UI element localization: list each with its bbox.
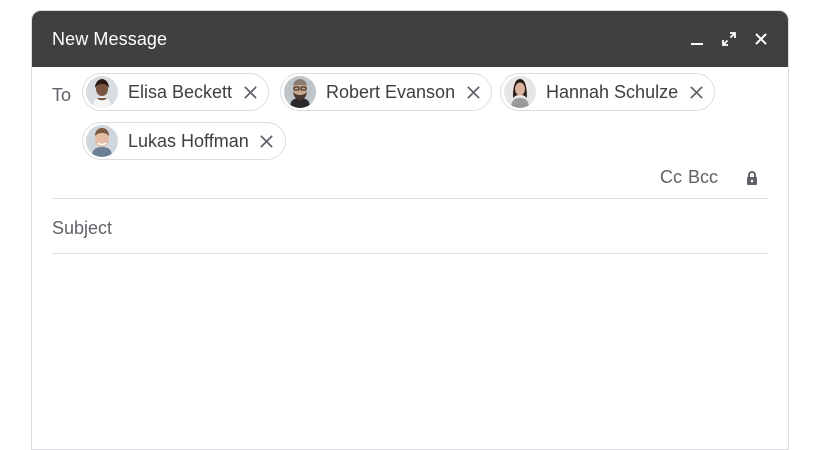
recipient-name: Elisa Beckett	[128, 81, 233, 102]
recipient-name: Lukas Hoffman	[128, 130, 249, 151]
lock-icon[interactable]	[744, 170, 760, 186]
message-body[interactable]	[52, 261, 768, 449]
recipient-chip[interactable]: Lukas Hoffman	[82, 122, 286, 160]
divider	[52, 253, 768, 254]
close-icon[interactable]	[752, 30, 770, 48]
remove-recipient-icon[interactable]	[242, 84, 258, 100]
bcc-link[interactable]: Bcc	[688, 167, 718, 188]
cc-bcc-links: Cc Bcc	[660, 167, 760, 188]
avatar	[284, 76, 316, 108]
avatar	[504, 76, 536, 108]
expand-icon[interactable]	[720, 30, 738, 48]
header-actions	[688, 30, 770, 48]
recipient-chip[interactable]: Robert Evanson	[280, 73, 493, 111]
recipient-chip[interactable]: Elisa Beckett	[82, 73, 270, 111]
compose-header: New Message	[32, 11, 788, 67]
avatar	[86, 125, 118, 157]
remove-recipient-icon[interactable]	[465, 84, 481, 100]
avatar	[86, 76, 118, 108]
remove-recipient-icon[interactable]	[688, 84, 704, 100]
remove-recipient-icon[interactable]	[259, 133, 275, 149]
compose-window: New Message To Elisa Beckett Robert Evan…	[31, 10, 789, 450]
compose-title: New Message	[52, 28, 168, 49]
cc-link[interactable]: Cc	[660, 167, 682, 188]
minimize-icon[interactable]	[688, 30, 706, 48]
to-label: To	[52, 85, 72, 105]
recipient-name: Robert Evanson	[326, 81, 456, 102]
subject-input[interactable]	[52, 211, 768, 245]
recipient-name: Hannah Schulze	[546, 81, 679, 102]
divider	[52, 198, 768, 199]
recipient-chip[interactable]: Hannah Schulze	[500, 73, 716, 111]
